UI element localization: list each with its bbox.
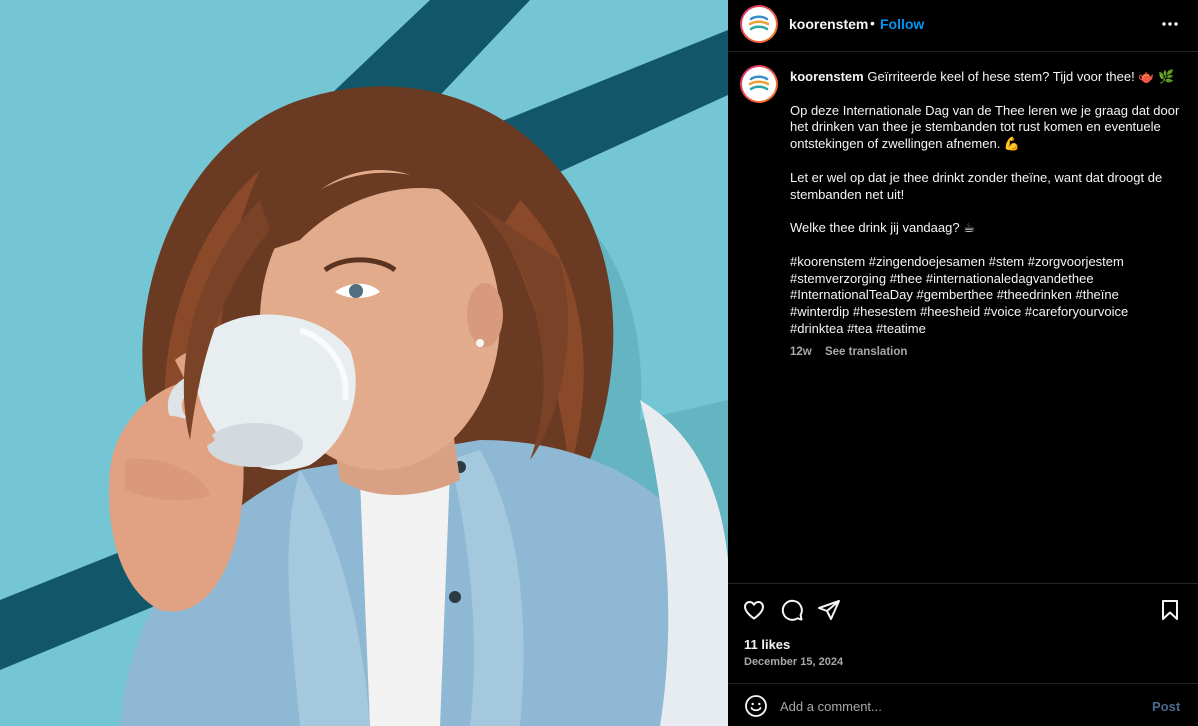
- share-icon[interactable]: [817, 598, 841, 622]
- caption-meta: 12w See translation: [790, 344, 1180, 361]
- post-image[interactable]: [0, 0, 728, 726]
- koorenstem-logo-icon: [748, 15, 770, 31]
- heart-icon[interactable]: [742, 598, 766, 622]
- action-bar: 11 likes December 15, 2024: [728, 583, 1198, 683]
- post-header: koorenstem • Follow: [728, 0, 1198, 52]
- emoji-icon[interactable]: [744, 694, 768, 718]
- caption-section: koorenstem Geïrriteerde keel of hese ste…: [728, 53, 1198, 583]
- bookmark-icon[interactable]: [1158, 598, 1182, 622]
- post-panel: koorenstem • Follow koorenstem Geïrritee…: [728, 0, 1198, 726]
- separator-dot: •: [870, 15, 875, 31]
- caption-headline: Geïrriteerde keel of hese stem? Tijd voo…: [867, 69, 1175, 84]
- post-caption: koorenstem Geïrriteerde keel of hese ste…: [790, 69, 1180, 361]
- caption-hashtags[interactable]: #koorenstem #zingendoejesamen #stem #zor…: [790, 254, 1180, 338]
- post-date: December 15, 2024: [744, 656, 844, 668]
- comment-input[interactable]: [780, 697, 1120, 715]
- caption-paragraph-1: Op deze Internationale Dag van de Thee l…: [790, 102, 1180, 152]
- post-username[interactable]: koorenstem: [789, 16, 868, 32]
- caption-avatar[interactable]: [740, 65, 778, 103]
- comment-icon[interactable]: [780, 598, 804, 622]
- woman-drinking-tea-photo: [0, 0, 728, 726]
- see-translation-link[interactable]: See translation: [825, 346, 907, 358]
- follow-button[interactable]: Follow: [880, 16, 924, 32]
- caption-paragraph-3: Welke thee drink jij vandaag? ☕: [790, 220, 975, 236]
- koorenstem-logo-icon: [748, 75, 770, 91]
- comment-bar: Post: [728, 683, 1198, 726]
- avatar[interactable]: [740, 5, 778, 43]
- more-options-icon[interactable]: [1158, 12, 1182, 36]
- caption-username[interactable]: koorenstem: [790, 69, 864, 84]
- post-age: 12w: [790, 345, 812, 358]
- post-comment-button[interactable]: Post: [1152, 699, 1180, 714]
- likes-count[interactable]: 11 likes: [744, 637, 790, 652]
- caption-paragraph-2: Let er wel op dat je thee drinkt zonder …: [790, 169, 1163, 202]
